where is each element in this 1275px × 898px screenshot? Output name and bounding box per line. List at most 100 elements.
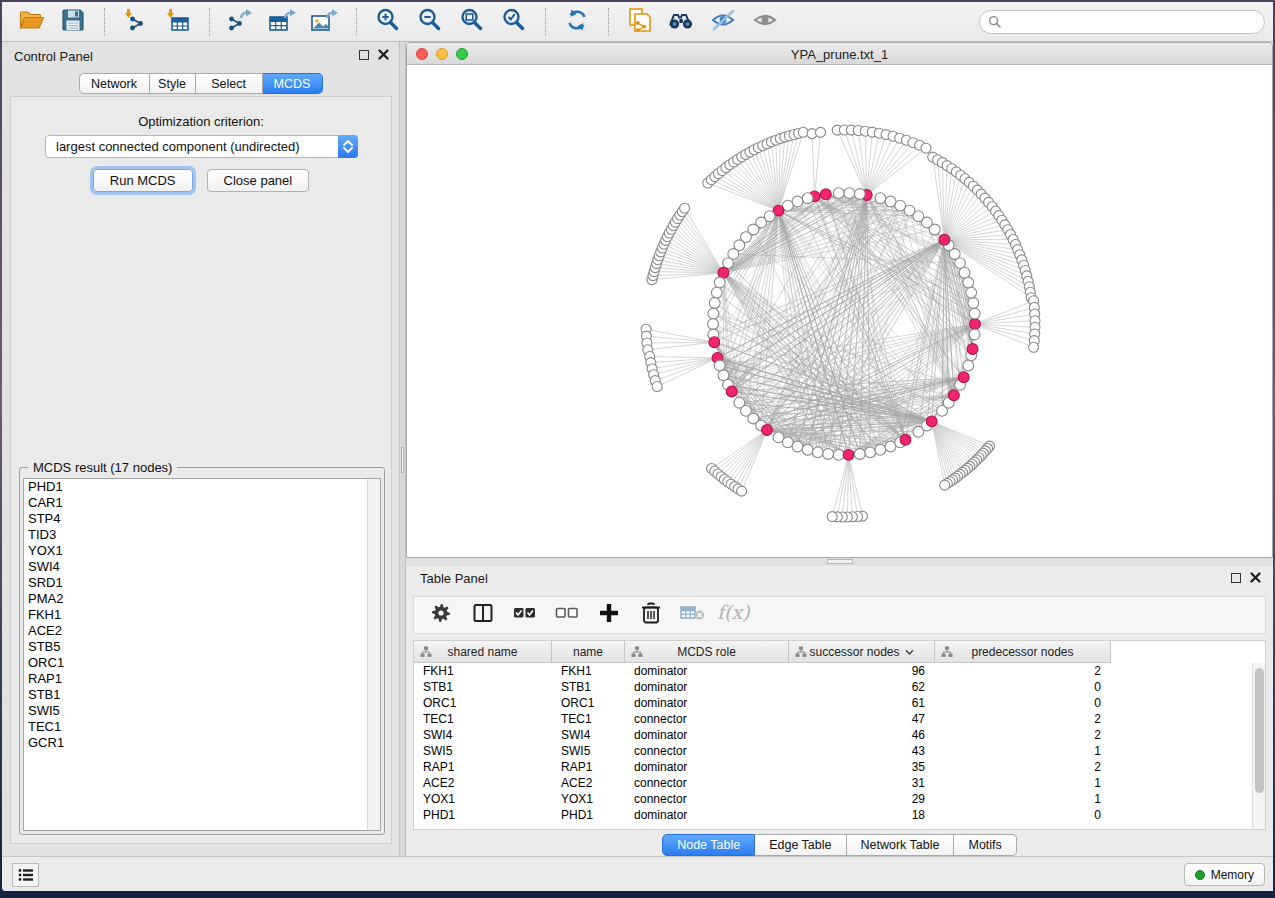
- cell[interactable]: SWI4: [414, 727, 552, 743]
- mcds-result-item[interactable]: TEC1: [24, 719, 380, 735]
- cell[interactable]: TEC1: [552, 711, 625, 727]
- cell[interactable]: dominator: [625, 759, 789, 775]
- cell[interactable]: 2: [935, 759, 1111, 775]
- zoom-in-button[interactable]: [367, 6, 409, 38]
- column-header-name[interactable]: name: [552, 641, 625, 663]
- cell[interactable]: 2: [935, 663, 1111, 679]
- mcds-result-item[interactable]: PMA2: [24, 591, 380, 607]
- export-table-button[interactable]: [262, 6, 304, 38]
- cell[interactable]: 47: [789, 711, 935, 727]
- cell[interactable]: 46: [789, 727, 935, 743]
- cell[interactable]: 1: [935, 775, 1111, 791]
- cell[interactable]: RAP1: [414, 759, 552, 775]
- cell[interactable]: FKH1: [414, 663, 552, 679]
- network-search-button[interactable]: [661, 6, 703, 38]
- mcds-result-item[interactable]: TID3: [24, 527, 380, 543]
- search-input[interactable]: [1002, 13, 1264, 31]
- table-row[interactable]: ACE2ACE2connector311: [414, 775, 1252, 791]
- cell[interactable]: 31: [789, 775, 935, 791]
- mcds-result-item[interactable]: STP4: [24, 511, 380, 527]
- splitter-handle[interactable]: [401, 447, 404, 473]
- cell[interactable]: dominator: [625, 695, 789, 711]
- column-header-predecessor-nodes[interactable]: predecessor nodes: [935, 641, 1111, 663]
- zoom-out-button[interactable]: [409, 6, 451, 38]
- cell[interactable]: PHD1: [414, 807, 552, 823]
- column-header-MCDS-role[interactable]: MCDS role: [625, 641, 789, 663]
- cell[interactable]: 62: [789, 679, 935, 695]
- cell[interactable]: 29: [789, 791, 935, 807]
- mcds-result-item[interactable]: SWI5: [24, 703, 380, 719]
- function-builder-button[interactable]: f(x): [720, 600, 750, 630]
- deselect-all-button[interactable]: [552, 600, 582, 630]
- mcds-result-item[interactable]: PHD1: [24, 479, 380, 495]
- cell[interactable]: dominator: [625, 679, 789, 695]
- mcds-result-item[interactable]: FKH1: [24, 607, 380, 623]
- tab-network[interactable]: Network: [79, 73, 150, 94]
- table-row[interactable]: YOX1YOX1connector291: [414, 791, 1252, 807]
- close-panel-icon[interactable]: [378, 49, 389, 60]
- vertical-splitter[interactable]: [399, 42, 406, 856]
- cell[interactable]: connector: [625, 743, 789, 759]
- cell[interactable]: 0: [935, 807, 1111, 823]
- cell[interactable]: SWI4: [552, 727, 625, 743]
- apply-layout-button[interactable]: [556, 6, 598, 38]
- table-row[interactable]: ORC1ORC1dominator610: [414, 695, 1252, 711]
- cell[interactable]: 1: [935, 791, 1111, 807]
- mcds-result-item[interactable]: YOX1: [24, 543, 380, 559]
- table-scrollbar-thumb[interactable]: [1255, 668, 1264, 793]
- float-panel-icon[interactable]: [359, 50, 369, 60]
- table-row[interactable]: PHD1PHD1dominator180: [414, 807, 1252, 823]
- cell[interactable]: 2: [935, 711, 1111, 727]
- clone-network-button[interactable]: [619, 6, 661, 38]
- column-header-successor-nodes[interactable]: successor nodes: [789, 641, 935, 663]
- cell[interactable]: 43: [789, 743, 935, 759]
- cell[interactable]: ORC1: [552, 695, 625, 711]
- mcds-result-item[interactable]: SRD1: [24, 575, 380, 591]
- export-network-button[interactable]: [220, 6, 262, 38]
- cell[interactable]: dominator: [625, 727, 789, 743]
- cell[interactable]: connector: [625, 711, 789, 727]
- cell[interactable]: ORC1: [414, 695, 552, 711]
- mcds-result-item[interactable]: CAR1: [24, 495, 380, 511]
- cell[interactable]: YOX1: [414, 791, 552, 807]
- float-table-panel-icon[interactable]: [1231, 573, 1241, 583]
- cell[interactable]: connector: [625, 791, 789, 807]
- cell[interactable]: SWI5: [414, 743, 552, 759]
- cell[interactable]: ACE2: [552, 775, 625, 791]
- cell[interactable]: STB1: [552, 679, 625, 695]
- select-all-button[interactable]: [510, 600, 540, 630]
- cell[interactable]: 35: [789, 759, 935, 775]
- cell[interactable]: STB1: [414, 679, 552, 695]
- cell[interactable]: RAP1: [552, 759, 625, 775]
- cell[interactable]: connector: [625, 775, 789, 791]
- show-all-button[interactable]: [745, 6, 787, 38]
- mcds-result-item[interactable]: SWI4: [24, 559, 380, 575]
- cell[interactable]: 61: [789, 695, 935, 711]
- table-row[interactable]: SWI5SWI5connector431: [414, 743, 1252, 759]
- tab-motifs[interactable]: Motifs: [954, 834, 1016, 856]
- cell[interactable]: ACE2: [414, 775, 552, 791]
- save-session-button[interactable]: [52, 6, 94, 38]
- tab-edge-table[interactable]: Edge Table: [755, 834, 846, 856]
- search-field[interactable]: [979, 10, 1265, 34]
- table-settings-button[interactable]: [426, 600, 456, 630]
- cell[interactable]: 18: [789, 807, 935, 823]
- import-table-button[interactable]: [157, 6, 199, 38]
- close-table-panel-icon[interactable]: [1250, 572, 1261, 583]
- task-history-button[interactable]: [12, 863, 39, 887]
- list-scrollbar[interactable]: [367, 479, 380, 830]
- tab-select[interactable]: Select: [196, 73, 263, 94]
- mcds-result-item[interactable]: GCR1: [24, 735, 380, 751]
- cell[interactable]: 1: [935, 743, 1111, 759]
- cell[interactable]: 2: [935, 727, 1111, 743]
- cell[interactable]: 0: [935, 695, 1111, 711]
- table-row[interactable]: RAP1RAP1dominator352: [414, 759, 1252, 775]
- cell[interactable]: dominator: [625, 807, 789, 823]
- tab-mcds[interactable]: MCDS: [263, 73, 323, 94]
- export-image-button[interactable]: [304, 6, 346, 38]
- mcds-result-item[interactable]: STB1: [24, 687, 380, 703]
- cell[interactable]: YOX1: [552, 791, 625, 807]
- add-column-button[interactable]: [594, 600, 624, 630]
- zoom-selected-button[interactable]: [493, 6, 535, 38]
- table-row[interactable]: FKH1FKH1dominator962: [414, 663, 1252, 679]
